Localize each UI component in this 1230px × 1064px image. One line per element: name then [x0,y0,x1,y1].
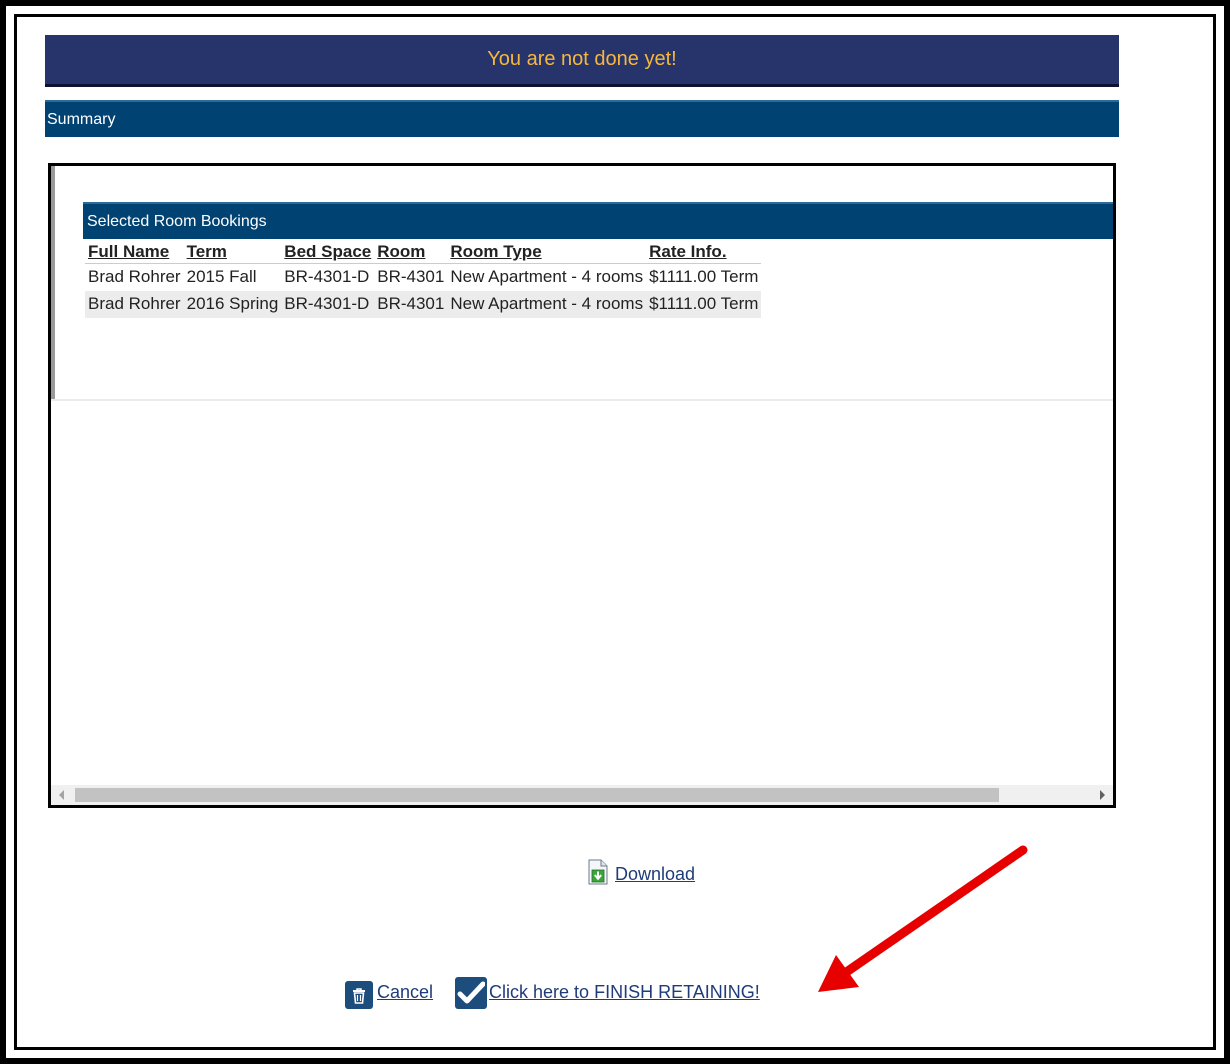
download-link[interactable]: Download [615,864,695,885]
bookings-panel: Selected Room Bookings Full Name Term Be… [48,163,1116,808]
trash-icon[interactable] [345,981,373,1009]
cell-rate-info: $1111.00 Term [646,291,762,318]
bookings-title: Selected Room Bookings [87,212,267,230]
col-full-name[interactable]: Full Name [85,239,184,264]
bookings-header: Selected Room Bookings [83,202,1113,239]
cell-bed-space: BR-4301-D [284,267,370,286]
cell-room: BR-4301 [374,291,448,318]
scrollbar-thumb[interactable] [75,788,999,802]
summary-title: Summary [47,110,116,128]
col-room-type[interactable]: Room Type [447,239,647,264]
table-header-row: Full Name Term Bed Space Room Room Type … [85,239,762,264]
cancel-link[interactable]: Cancel [377,982,433,1003]
summary-header: Summary [45,100,1119,137]
panel-separator [51,399,1113,401]
table-row: Brad Rohrer 2015 Fall BR-4301-D BR-4301 … [85,264,761,292]
cell-room-type: New Apartment - 4 rooms [447,291,647,318]
cell-room-type: New Apartment - 4 rooms [450,267,644,286]
panel-left-border [51,166,55,399]
cell-bed-space: BR-4301-D [281,291,375,318]
horizontal-scrollbar[interactable] [51,785,1113,805]
cell-room: BR-4301 [377,267,445,286]
col-term[interactable]: Term [183,239,282,264]
download-link-group[interactable]: Download [586,859,695,890]
checkmark-icon[interactable] [455,977,488,1009]
col-rate-info[interactable]: Rate Info. [646,239,762,264]
table-row: Brad Rohrer 2016 Spring BR-4301-D BR-430… [85,291,762,318]
cell-full-name: Brad Rohrer [88,267,181,286]
finish-retaining-link[interactable]: Click here to FINISH RETAINING! [489,982,760,1003]
download-icon[interactable] [586,859,610,890]
banner-text: You are not done yet! [487,48,677,70]
cell-term: 2016 Spring [183,291,282,318]
scroll-right-arrow-icon[interactable] [1100,790,1105,800]
scroll-left-arrow-icon[interactable] [59,790,64,800]
col-room[interactable]: Room [374,239,448,264]
col-bed-space[interactable]: Bed Space [281,239,375,264]
action-links: Cancel Click here to FINISH RETAINING! [345,975,760,1009]
cell-term: 2015 Fall [186,267,257,286]
cell-rate-info: $1111.00 Term [649,267,759,286]
bookings-table: Full Name Term Bed Space Room Room Type … [85,239,762,318]
status-banner: You are not done yet! [45,35,1119,87]
cell-full-name: Brad Rohrer [85,291,184,318]
